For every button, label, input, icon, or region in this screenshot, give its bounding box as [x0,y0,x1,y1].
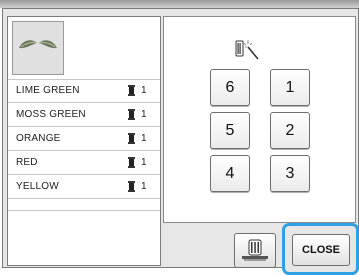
needle-button-1[interactable]: 1 [270,69,310,106]
list-item[interactable]: RED 1 [8,151,160,175]
needle-button-2[interactable]: 2 [270,112,310,149]
embroidery-machine-icon [242,239,268,261]
needle-button-3[interactable]: 3 [270,155,310,192]
embroidery-pattern-icon [12,21,64,75]
top-bar [0,0,359,8]
thread-color-name: MOSS GREEN [16,109,86,120]
thread-count: 1 [141,157,147,168]
thread-color-name: YELLOW [16,181,59,192]
list-item[interactable]: LIME GREEN 1 [8,79,160,103]
thread-count: 1 [141,109,147,120]
thread-color-name: RED [16,157,38,168]
embroidery-machine-button[interactable] [234,233,276,268]
needle-button-6[interactable]: 6 [210,69,250,106]
thread-count: 1 [141,85,147,96]
needle-button-4[interactable]: 4 [210,155,250,192]
thread-spool-icon [128,133,135,144]
thread-color-name: ORANGE [16,133,61,144]
thread-color-list: LIME GREEN 1 MOSS GREEN 1 ORANGE 1 RED 1… [8,79,160,199]
list-item[interactable]: ORANGE 1 [8,127,160,151]
thread-count: 1 [141,133,147,144]
magic-wand-icon [235,40,259,60]
close-button[interactable]: CLOSE [292,234,350,266]
needle-button-5[interactable]: 5 [210,112,250,149]
thread-spool-icon [128,181,135,192]
list-divider [8,210,160,211]
thread-color-panel: LIME GREEN 1 MOSS GREEN 1 ORANGE 1 RED 1… [7,16,161,266]
thread-color-name: LIME GREEN [16,85,80,96]
list-item[interactable]: YELLOW 1 [8,175,160,199]
close-highlight: CLOSE [282,223,359,275]
thread-spool-icon [128,157,135,168]
screen: LIME GREEN 1 MOSS GREEN 1 ORANGE 1 RED 1… [2,8,359,275]
needle-bar-panel: 6 1 5 2 4 3 [163,16,356,223]
thread-count: 1 [141,181,147,192]
thread-spool-icon [128,85,135,96]
list-item[interactable]: MOSS GREEN 1 [8,103,160,127]
thread-spool-icon [128,109,135,120]
